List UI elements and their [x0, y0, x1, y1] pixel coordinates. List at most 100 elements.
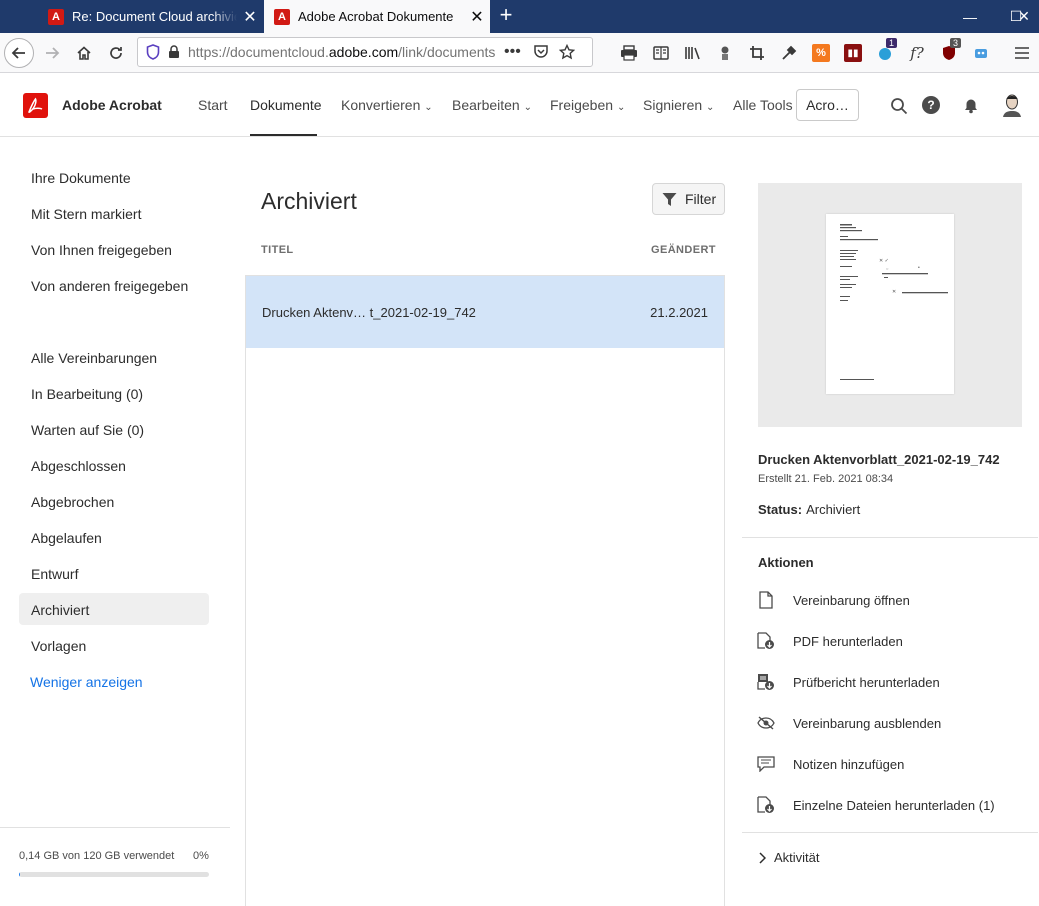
chevron-down-icon: ⌄: [706, 102, 715, 113]
sidebar-item-vorlagen[interactable]: Vorlagen: [31, 638, 86, 654]
browser-tab-active[interactable]: A Adobe Acrobat Dokumente ✕: [264, 0, 490, 33]
hamburger-menu-icon[interactable]: [1013, 44, 1031, 62]
minimize-window-icon[interactable]: —: [947, 0, 993, 33]
sidebar-item-von-ihnen-freigegeben[interactable]: Von Ihnen freigegeben: [31, 242, 172, 258]
nav-signieren[interactable]: Signieren ⌄: [643, 97, 714, 113]
close-tab-icon[interactable]: ✕: [237, 7, 263, 27]
page-actions-icon[interactable]: •••: [504, 43, 521, 61]
sidebar-item-abgelaufen[interactable]: Abgelaufen: [31, 530, 102, 546]
show-less-link[interactable]: Weniger anzeigen: [30, 674, 143, 690]
document-preview[interactable]: ✕ ✓ ○ • ✕: [758, 183, 1022, 427]
page-title: Archiviert: [261, 188, 357, 214]
filter-button[interactable]: Filter: [652, 183, 725, 215]
status-value: Archiviert: [806, 502, 861, 517]
action-download-pdf[interactable]: PDF herunterladen: [756, 631, 1026, 651]
svg-text:•: •: [918, 265, 920, 271]
sidebar-item-von-anderen-freigegeben[interactable]: Von anderen freigegeben: [31, 278, 188, 294]
nav-konvertieren[interactable]: Konvertieren ⌄: [341, 97, 433, 113]
audit-report-download-icon: [756, 672, 776, 692]
action-add-notes[interactable]: Notizen hinzufügen: [756, 754, 1026, 774]
document-thumbnail: ✕ ✓ ○ • ✕: [826, 214, 954, 394]
media-extension-icon[interactable]: ▮▮: [844, 44, 862, 62]
sidebar-item-warten-auf-sie[interactable]: Warten auf Sie (0): [31, 422, 144, 438]
notification-extension-icon[interactable]: 1: [876, 38, 898, 62]
nav-bearbeiten[interactable]: Bearbeiten ⌄: [452, 97, 532, 113]
hide-eye-icon: [756, 713, 776, 733]
user-avatar[interactable]: [1001, 93, 1023, 117]
table-row[interactable]: Drucken Aktenv… t_2021-02-19_742 21.2.20…: [246, 276, 724, 348]
column-header-changed[interactable]: GEÄNDERT: [651, 244, 716, 256]
browser-tab-strip: A Re: Document Cloud archiviert ✕ A Adob…: [0, 0, 1039, 33]
sidebar-item-entwurf[interactable]: Entwurf: [31, 566, 78, 582]
sidebar-item-mit-stern[interactable]: Mit Stern markiert: [31, 206, 141, 222]
extension-avatar-icon[interactable]: [716, 44, 734, 62]
sidebar: Ihre Dokumente Mit Stern markiert Von Ih…: [0, 137, 230, 906]
reader-view-icon[interactable]: [652, 44, 670, 62]
browser-tab-inactive[interactable]: A Re: Document Cloud archiviert ✕: [39, 0, 263, 33]
storage-usage-text: 0,14 GB von 120 GB verwendet: [19, 850, 175, 862]
ublock-icon[interactable]: 3: [940, 38, 962, 62]
new-tab-icon[interactable]: +: [494, 4, 518, 28]
nav-dokumente[interactable]: Dokumente: [250, 97, 322, 113]
tab-title: Re: Document Cloud archiviert: [72, 9, 237, 24]
pocket-icon[interactable]: [533, 45, 549, 59]
document-created-date: Erstellt 21. Feb. 2021 08:34: [758, 473, 894, 485]
back-icon[interactable]: [4, 38, 34, 68]
help-icon[interactable]: ?: [922, 96, 940, 114]
chevron-down-icon: ⌄: [424, 102, 433, 113]
acrobat-favicon-icon: A: [274, 8, 290, 25]
forward-icon[interactable]: [37, 38, 67, 68]
row-date: 21.2.2021: [650, 304, 708, 320]
crop-icon[interactable]: [748, 44, 766, 62]
chevron-right-icon: [758, 851, 766, 864]
sidebar-item-ihre-dokumente[interactable]: Ihre Dokumente: [31, 170, 131, 186]
adobe-acrobat-logo-icon[interactable]: [23, 93, 48, 118]
nav-freigeben[interactable]: Freigeben ⌄: [550, 97, 625, 113]
sidebar-item-alle-vereinbarungen[interactable]: Alle Vereinbarungen: [31, 350, 157, 366]
notifications-bell-icon[interactable]: [962, 96, 980, 119]
close-window-icon[interactable]: ✕: [1009, 0, 1039, 33]
close-tab-icon[interactable]: ✕: [464, 7, 490, 27]
nav-alle-tools[interactable]: Alle Tools: [733, 97, 793, 113]
storage-progress-bar: [19, 872, 209, 877]
action-hide-agreement[interactable]: Vereinbarung ausblenden: [756, 713, 1026, 733]
nav-start[interactable]: Start: [198, 97, 228, 113]
svg-text:✕: ✕: [892, 289, 896, 295]
storage-percent: 0%: [193, 850, 209, 862]
url-text[interactable]: https://documentcloud.adobe.com/link/doc…: [188, 44, 498, 60]
acrobat-app-button[interactable]: Acro…: [796, 89, 859, 121]
comment-icon: [756, 754, 776, 774]
action-download-individual-files[interactable]: Einzelne Dateien herunterladen (1): [756, 795, 1026, 815]
eyedropper-icon[interactable]: [780, 44, 798, 62]
reload-icon[interactable]: [101, 38, 131, 68]
filter-funnel-icon: [662, 192, 677, 207]
search-icon[interactable]: [890, 97, 908, 120]
sidebar-item-abgebrochen[interactable]: Abgebrochen: [31, 494, 114, 510]
bookmark-star-icon[interactable]: [558, 44, 575, 60]
lock-icon[interactable]: [168, 45, 180, 59]
activity-toggle[interactable]: Aktivität: [758, 850, 820, 865]
storage-divider: [0, 827, 230, 828]
formula-extension-icon[interactable]: f?: [908, 44, 926, 62]
filter-label: Filter: [685, 191, 717, 207]
browser-toolbar: https://documentcloud.adobe.com/link/doc…: [0, 33, 1039, 73]
column-header-title[interactable]: TITEL: [261, 244, 294, 256]
chevron-down-icon: ⌄: [523, 102, 532, 113]
brand-name[interactable]: Adobe Acrobat: [62, 97, 162, 113]
sidebar-item-in-bearbeitung[interactable]: In Bearbeitung (0): [31, 386, 143, 402]
action-open-agreement[interactable]: Vereinbarung öffnen: [756, 590, 1026, 610]
library-icon[interactable]: [684, 44, 702, 62]
sidebar-item-abgeschlossen[interactable]: Abgeschlossen: [31, 458, 126, 474]
actions-heading: Aktionen: [758, 555, 814, 570]
home-icon[interactable]: [69, 38, 99, 68]
sidebar-item-archiviert[interactable]: Archiviert: [31, 602, 89, 618]
svg-text:✕ ✓: ✕ ✓: [879, 258, 889, 264]
robot-extension-icon[interactable]: [972, 44, 990, 62]
action-download-audit-report[interactable]: Prüfbericht herunterladen: [756, 672, 1026, 692]
tracking-protection-shield-icon[interactable]: [146, 44, 160, 60]
document-status: Status: Archiviert: [758, 502, 860, 517]
print-icon[interactable]: [620, 44, 638, 62]
percent-extension-icon[interactable]: %: [812, 44, 830, 62]
url-bar[interactable]: https://documentcloud.adobe.com/link/doc…: [137, 37, 593, 67]
document-icon: [756, 590, 776, 610]
